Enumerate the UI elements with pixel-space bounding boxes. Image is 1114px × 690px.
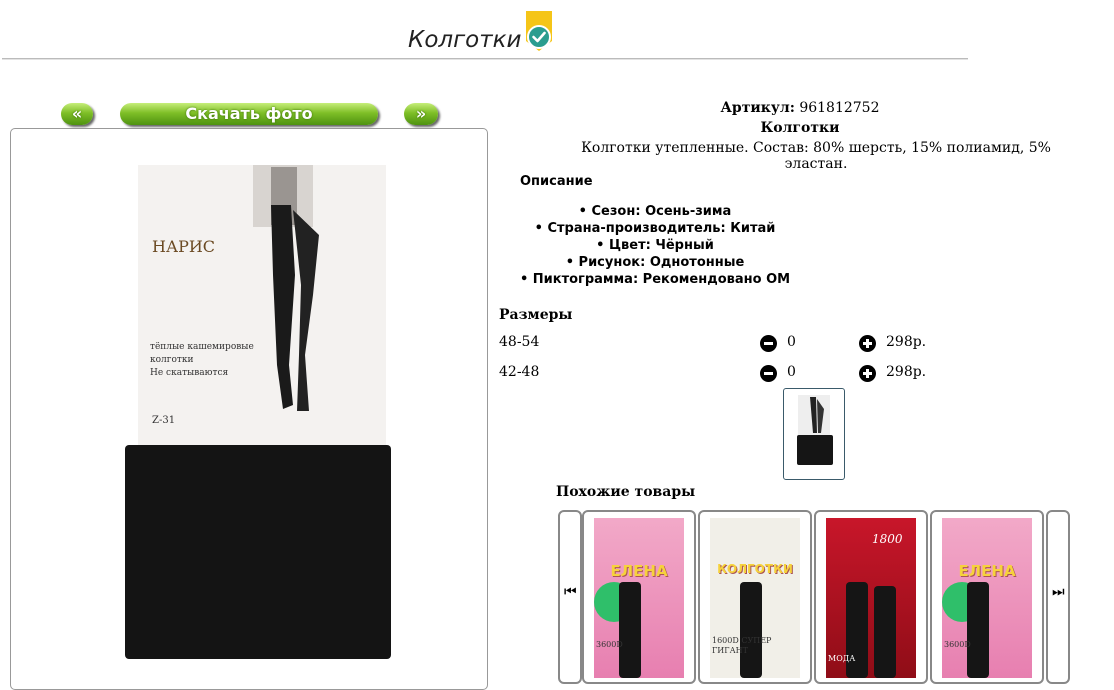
- title-divider: [2, 58, 968, 60]
- similar-product-card[interactable]: КОЛГОТКИ 1600D СУПЕР ГИГАНТ: [698, 510, 812, 684]
- product-note: 1600D СУПЕР ГИГАНТ: [712, 636, 772, 655]
- carousel-prev-button[interactable]: ⏮: [558, 510, 582, 684]
- product-note: 3600D: [596, 640, 623, 649]
- similar-product-card[interactable]: ЕЛЕНА 3600D: [582, 510, 696, 684]
- product-photo[interactable]: НАРИС тёплые кашемировые колготки Не ска…: [10, 128, 488, 690]
- product-note: МОДА: [828, 654, 856, 663]
- packaging-card: НАРИС тёплые кашемировые колготки Не ска…: [138, 165, 386, 447]
- sizes-heading: Размеры: [499, 307, 573, 323]
- carousel-next-button[interactable]: ⏭: [1046, 510, 1070, 684]
- similar-product-card[interactable]: ЕЛЕНА 3600D: [930, 510, 1044, 684]
- similar-product-card[interactable]: 1800 МОДА: [814, 510, 928, 684]
- sku-value: 961812752: [799, 100, 880, 116]
- minus-icon[interactable]: [760, 365, 777, 382]
- product-brand: 1800: [872, 532, 903, 546]
- prev-photo-button[interactable]: «: [61, 103, 93, 125]
- next-photo-button[interactable]: »: [404, 103, 438, 125]
- product-brand: КОЛГОТКИ: [717, 562, 793, 576]
- sku-label: Артикул:: [720, 100, 795, 116]
- product-brand: ЕЛЕНА: [958, 562, 1016, 580]
- size-label: 42-48: [499, 364, 540, 380]
- price: 298р.: [886, 364, 927, 380]
- sku-line: Артикул: 961812752: [500, 100, 1100, 116]
- thumbnail-image: [797, 395, 833, 465]
- verified-badge-icon: [526, 11, 552, 51]
- plus-icon[interactable]: [859, 335, 876, 352]
- product-description: Колготки утепленные. Состав: 80% шерсть,…: [581, 140, 1051, 172]
- size-label: 48-54: [499, 334, 540, 350]
- size-row: 42-48 0 298р.: [499, 364, 926, 384]
- quantity-value: 0: [787, 364, 796, 380]
- quantity-value: 0: [787, 334, 796, 350]
- page-title-wrap: Колготки: [408, 10, 522, 56]
- skip-forward-icon: ⏭: [1052, 584, 1065, 600]
- feature-item: • Страна-производитель: Китай: [534, 221, 776, 236]
- similar-heading: Похожие товары: [556, 484, 696, 500]
- feature-item: • Сезон: Осень-зима: [578, 204, 732, 219]
- tights-fabric: [125, 445, 391, 659]
- description-heading: Описание: [520, 174, 593, 189]
- feature-item: • Пиктограмма: Рекомендовано ОМ: [519, 272, 791, 287]
- feature-item: • Цвет: Чёрный: [596, 238, 714, 253]
- product-name: Колготки: [760, 120, 840, 136]
- minus-icon[interactable]: [760, 335, 777, 352]
- product-note: 3600D: [944, 640, 971, 649]
- product-brand: ЕЛЕНА: [610, 562, 668, 580]
- plus-icon[interactable]: [859, 365, 876, 382]
- price: 298р.: [886, 334, 927, 350]
- packaging-text: тёплые кашемировые колготки Не скатывают…: [150, 342, 254, 378]
- skip-back-icon: ⏮: [564, 584, 577, 600]
- photo-thumbnail[interactable]: [783, 388, 845, 480]
- page-title: Колготки: [408, 27, 522, 53]
- brand-label: НАРИС: [152, 237, 216, 256]
- feature-item: • Рисунок: Однотонные: [565, 255, 745, 270]
- size-row: 48-54 0 298р.: [499, 334, 926, 354]
- packaging-code: Z-31: [152, 415, 176, 426]
- download-photo-button[interactable]: Скачать фото: [120, 103, 378, 125]
